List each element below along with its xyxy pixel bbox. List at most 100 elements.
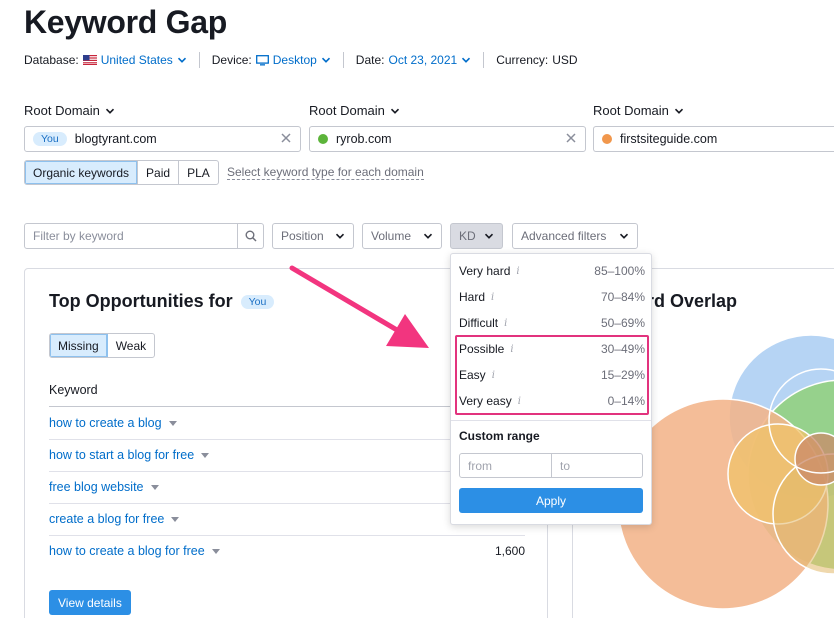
top-opportunities-title: Top Opportunities for You: [49, 291, 282, 312]
kd-option-label: Hard: [459, 290, 486, 304]
domain-value: blogtyrant.com: [74, 132, 157, 146]
keyword-column-header: Keyword: [49, 383, 98, 397]
you-badge: You: [240, 294, 275, 309]
missing-tab[interactable]: Missing: [50, 334, 108, 357]
close-icon[interactable]: [280, 132, 292, 144]
kd-option-very-hard[interactable]: Very hard i 85–100%: [459, 258, 645, 284]
top-opportunities-title-text: Top Opportunities for: [49, 291, 233, 311]
chevron-down-icon: [335, 233, 345, 239]
kd-filter[interactable]: KD: [450, 223, 503, 249]
date-selector[interactable]: Date: Oct 23, 2021: [356, 53, 471, 67]
custom-range-inputs: [459, 453, 644, 478]
table-row[interactable]: how to create a blog for free 1,600: [49, 535, 525, 567]
kd-option-range: 50–69%: [600, 316, 645, 330]
date-label: Date:: [355, 53, 385, 67]
device-value: Desktop: [272, 53, 317, 67]
domain-input-2[interactable]: ryrob.com: [309, 126, 586, 152]
chevron-down-icon: [484, 233, 494, 239]
chevron-down-icon: [674, 108, 683, 114]
kd-option-range: 70–84%: [600, 290, 645, 304]
highlight-box: [455, 335, 649, 415]
divider: [198, 52, 200, 68]
position-filter-label: Position: [281, 229, 324, 243]
kd-filter-label: KD: [459, 229, 476, 243]
caret-down-icon[interactable]: [201, 453, 210, 458]
chevron-down-icon: [390, 108, 399, 114]
info-icon[interactable]: i: [516, 266, 519, 277]
kd-option-label: Very hard: [459, 264, 511, 278]
volume-filter[interactable]: Volume: [362, 223, 442, 249]
search-button[interactable]: [237, 224, 263, 248]
root-domain-label: Root Domain: [309, 103, 385, 118]
currency-value: USD: [552, 53, 578, 67]
chevron-down-icon: [619, 233, 629, 239]
database-selector[interactable]: Database: United States: [24, 53, 187, 67]
view-details-button[interactable]: View details: [49, 590, 131, 615]
keyword-type-toggle: Organic keywords Paid PLA: [24, 160, 219, 185]
root-domain-label: Root Domain: [24, 103, 100, 118]
root-domain-label: Root Domain: [593, 103, 669, 118]
advanced-filters-label: Advanced filters: [521, 229, 607, 243]
caret-down-icon[interactable]: [211, 549, 220, 554]
device-selector[interactable]: Device: Desktop: [212, 53, 331, 67]
keyword-link[interactable]: how to create a blog for free: [49, 544, 205, 558]
missing-weak-toggle: Missing Weak: [49, 333, 156, 358]
domain-input-1[interactable]: You blogtyrant.com: [24, 126, 301, 152]
kd-option-hard[interactable]: Hard i 70–84%: [459, 284, 645, 310]
kd-from-input[interactable]: [460, 454, 552, 477]
info-icon[interactable]: i: [491, 292, 494, 303]
divider: [483, 52, 485, 68]
organic-keywords-button[interactable]: Organic keywords: [25, 161, 139, 184]
pla-button[interactable]: PLA: [179, 161, 218, 184]
domain-color-dot: [318, 134, 328, 144]
us-flag-icon: [82, 55, 97, 65]
root-domain-selector-2[interactable]: Root Domain: [309, 103, 400, 118]
chevron-down-icon: [423, 233, 433, 239]
position-filter[interactable]: Position: [272, 223, 354, 249]
page-title: Keyword Gap: [24, 4, 227, 40]
volume-value: 1,600: [494, 544, 525, 558]
keyword-link[interactable]: how to start a blog for free: [49, 448, 194, 462]
report-meta: Database: United States Device: Desktop: [24, 52, 578, 68]
database-label: Database:: [24, 53, 79, 67]
filter-by-keyword: [24, 223, 264, 249]
keyword-link[interactable]: free blog website: [49, 480, 144, 494]
chevron-down-icon: [105, 108, 114, 114]
kd-option-range: 85–100%: [594, 264, 645, 278]
divider: [342, 52, 344, 68]
caret-down-icon[interactable]: [150, 485, 159, 490]
currency-label: Currency:: [496, 53, 549, 67]
you-badge: You: [33, 132, 67, 146]
domain-color-dot: [602, 134, 612, 144]
root-domain-selector-1[interactable]: Root Domain: [24, 103, 115, 118]
root-domain-selector-3[interactable]: Root Domain: [593, 103, 684, 118]
custom-range-label: Custom range: [459, 429, 540, 443]
keyword-link[interactable]: how to create a blog: [49, 416, 162, 430]
date-value: Oct 23, 2021: [388, 53, 458, 67]
chevron-down-icon: [177, 57, 186, 63]
info-icon[interactable]: i: [504, 318, 507, 329]
kd-option-difficult[interactable]: Difficult i 50–69%: [459, 310, 645, 336]
kd-to-input[interactable]: [552, 454, 644, 477]
keyword-link[interactable]: create a blog for free: [49, 512, 164, 526]
apply-button[interactable]: Apply: [459, 488, 643, 513]
device-label: Device:: [211, 53, 252, 67]
caret-down-icon[interactable]: [171, 517, 180, 522]
kd-dropdown-menu: Very hard i 85–100% Hard i 70–84% Difficul…: [450, 253, 652, 525]
advanced-filters[interactable]: Advanced filters: [512, 223, 638, 249]
caret-down-icon[interactable]: [168, 421, 177, 426]
desktop-icon: [255, 54, 269, 65]
domain-value: firstsiteguide.com: [620, 132, 718, 146]
domain-input-3[interactable]: firstsiteguide.com: [593, 126, 834, 152]
kd-option-label: Difficult: [459, 316, 499, 330]
chevron-down-icon: [321, 57, 330, 63]
search-input[interactable]: [25, 224, 238, 248]
paid-button[interactable]: Paid: [138, 161, 180, 184]
search-icon: [245, 230, 257, 242]
database-value: United States: [100, 53, 173, 67]
keyword-type-link[interactable]: Select keyword type for each domain: [227, 165, 424, 180]
close-icon[interactable]: [565, 132, 577, 144]
chevron-down-icon: [462, 57, 471, 63]
weak-tab[interactable]: Weak: [108, 334, 154, 357]
domain-value: ryrob.com: [336, 132, 392, 146]
